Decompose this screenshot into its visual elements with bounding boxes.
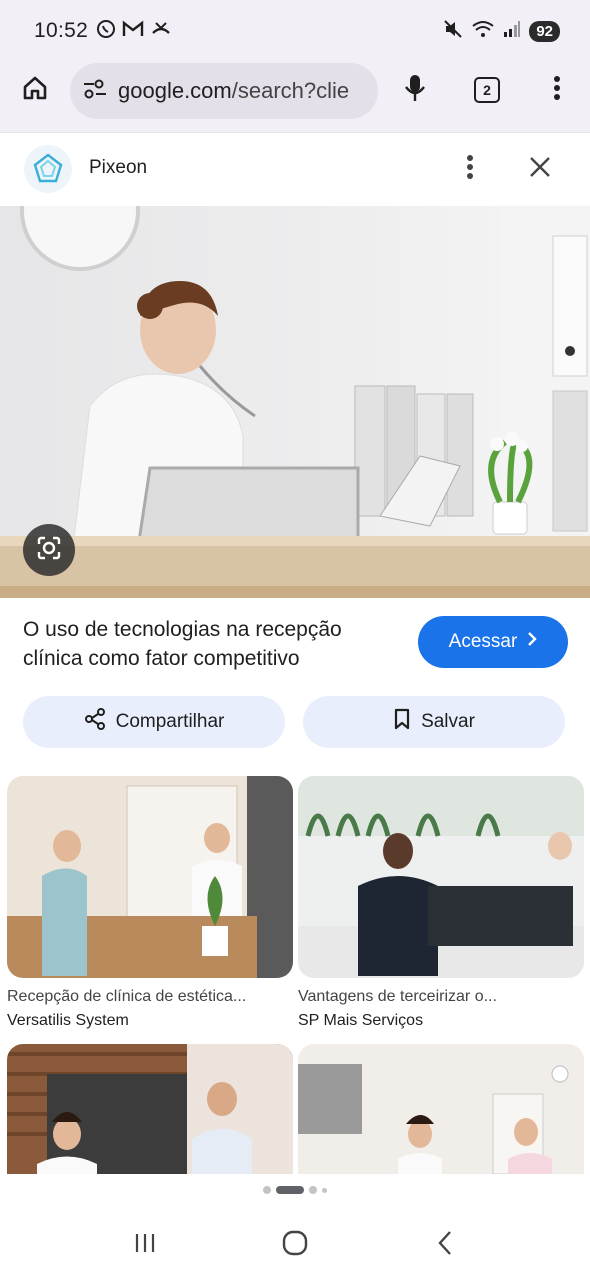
mute-icon — [443, 19, 463, 44]
related-source: Versatilis System — [7, 1012, 129, 1029]
google-lens-icon — [35, 534, 63, 567]
share-label: Compartilhar — [115, 711, 225, 732]
related-image[interactable] — [7, 1044, 293, 1174]
system-navigation-bar — [0, 1210, 590, 1280]
related-image[interactable] — [298, 776, 584, 978]
main-image[interactable] — [0, 206, 590, 598]
result-title[interactable]: O uso de tecnologias na recepção clínica… — [23, 615, 403, 673]
url-domain: google.com — [118, 78, 232, 103]
close-icon — [529, 156, 551, 183]
home-nav-button[interactable] — [265, 1215, 325, 1275]
notification-icons — [96, 19, 172, 44]
share-icon — [84, 708, 106, 736]
recents-icon — [133, 1231, 157, 1260]
whatsapp-icon — [96, 19, 116, 44]
visit-label: Acessar — [448, 631, 518, 652]
related-title: Vantagens de terceirizar o... — [298, 988, 497, 1005]
share-button[interactable]: Compartilhar — [23, 696, 285, 748]
browser-toolbar: google.com/search?clie 2 — [0, 62, 590, 132]
carousel-dot-active — [276, 1186, 304, 1194]
panel-close-button[interactable] — [518, 147, 562, 191]
system-icons: 92 — [443, 19, 560, 44]
home-button[interactable] — [8, 63, 62, 117]
battery-icon: 92 — [529, 20, 560, 42]
back-icon — [437, 1230, 453, 1261]
related-card[interactable]: Vantagens de terceirizar o... SP Mais Se… — [298, 776, 584, 1030]
related-card[interactable] — [298, 1044, 584, 1174]
related-image[interactable] — [298, 1044, 584, 1174]
related-source: SP Mais Serviços — [298, 1012, 424, 1029]
gmail-icon — [122, 20, 144, 43]
url-path: /search?clie — [231, 78, 350, 103]
save-button[interactable]: Salvar — [303, 696, 565, 748]
back-button[interactable] — [415, 1215, 475, 1275]
site-name: Pixeon — [89, 157, 148, 178]
home-icon — [21, 74, 49, 107]
site-settings-icon[interactable] — [82, 78, 108, 105]
chevron-right-icon — [527, 631, 538, 653]
panel-more-button[interactable] — [450, 147, 490, 191]
related-title: Recepção de clínica de estética... — [7, 988, 247, 1005]
related-image[interactable] — [7, 776, 293, 978]
status-time: 10:52 — [34, 19, 89, 42]
related-card[interactable] — [7, 1044, 293, 1174]
pixeon-logo-icon — [24, 145, 72, 193]
home-nav-icon — [282, 1230, 308, 1261]
signal-icon — [503, 20, 521, 43]
carousel-dot — [309, 1186, 317, 1194]
image-panel-header: Pixeon — [0, 132, 590, 206]
tab-switcher-button[interactable]: 2 — [460, 63, 514, 117]
wifi-icon — [471, 19, 495, 44]
related-card[interactable]: Recepção de clínica de estética... Versa… — [7, 776, 293, 1030]
address-bar[interactable]: google.com/search?clie — [70, 63, 378, 119]
carousel-dot — [322, 1187, 327, 1193]
microphone-icon — [403, 73, 427, 108]
save-label: Salvar — [421, 711, 475, 732]
visit-button[interactable]: Acessar — [418, 616, 568, 668]
bookmark-icon — [393, 708, 411, 736]
voice-search-button[interactable] — [388, 63, 442, 117]
status-bar: 10:52 92 — [0, 0, 590, 62]
url-text: google.com/search?clie — [118, 78, 349, 104]
carousel-dot — [263, 1186, 271, 1194]
tab-switcher-icon: 2 — [474, 77, 500, 103]
more-vert-icon — [466, 154, 474, 185]
google-lens-button[interactable] — [23, 524, 75, 576]
carousel-indicator — [0, 1186, 590, 1194]
menu-button[interactable] — [530, 63, 584, 117]
missed-call-icon — [150, 20, 172, 43]
more-vert-icon — [553, 75, 561, 106]
recents-button[interactable] — [115, 1215, 175, 1275]
